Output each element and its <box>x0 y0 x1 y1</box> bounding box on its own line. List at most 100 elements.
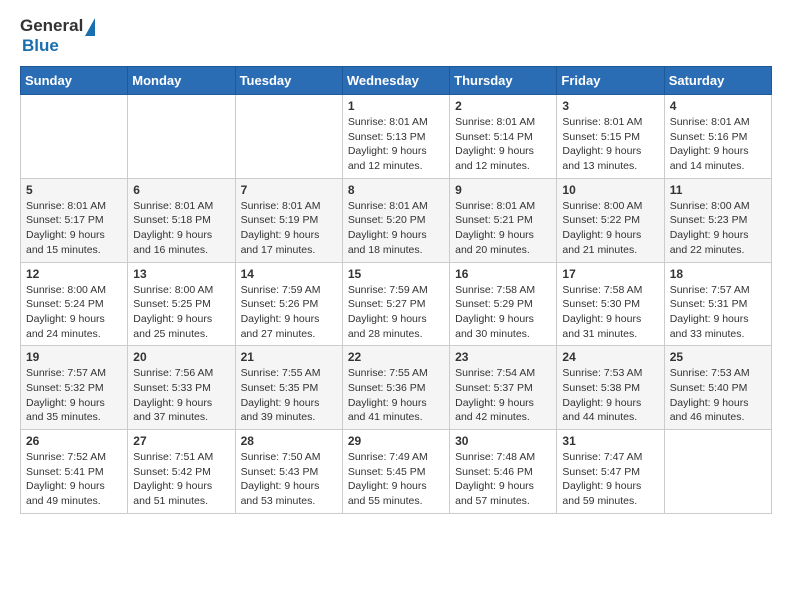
calendar-week-row: 1 Sunrise: 8:01 AM Sunset: 5:13 PM Daylig… <box>21 95 772 179</box>
day-number: 14 <box>241 267 337 281</box>
calendar-week-row: 5Sunrise: 8:01 AM Sunset: 5:17 PM Daylig… <box>21 178 772 262</box>
calendar-day-header: Thursday <box>450 67 557 95</box>
day-info: Sunrise: 8:01 AM Sunset: 5:21 PM Dayligh… <box>455 199 551 258</box>
day-number: 20 <box>133 350 229 364</box>
day-info: Sunrise: 7:54 AM Sunset: 5:37 PM Dayligh… <box>455 366 551 425</box>
day-info: Sunrise: 8:00 AM Sunset: 5:23 PM Dayligh… <box>670 199 766 258</box>
logo: General Blue <box>20 16 95 56</box>
calendar-day-cell: 19 Sunrise: 7:57 AM Sunset: 5:32 PM Dayli… <box>21 346 128 430</box>
calendar-week-row: 12 Sunrise: 8:00 AM Sunset: 5:24 PM Dayli… <box>21 262 772 346</box>
day-number: 25 <box>670 350 766 364</box>
day-info: Sunrise: 8:00 AM Sunset: 5:24 PM Dayligh… <box>26 283 122 342</box>
day-number: 21 <box>241 350 337 364</box>
calendar-day-cell: 21 Sunrise: 7:55 AM Sunset: 5:35 PM Dayli… <box>235 346 342 430</box>
day-number: 12 <box>26 267 122 281</box>
day-info: Sunrise: 7:57 AM Sunset: 5:32 PM Dayligh… <box>26 366 122 425</box>
day-info: Sunrise: 7:51 AM Sunset: 5:42 PM Dayligh… <box>133 450 229 509</box>
day-number: 15 <box>348 267 444 281</box>
day-number: 26 <box>26 434 122 448</box>
calendar-day-cell: 12 Sunrise: 8:00 AM Sunset: 5:24 PM Dayli… <box>21 262 128 346</box>
calendar-day-cell <box>21 95 128 179</box>
day-info: Sunrise: 7:59 AM Sunset: 5:27 PM Dayligh… <box>348 283 444 342</box>
day-number: 29 <box>348 434 444 448</box>
calendar-day-header: Tuesday <box>235 67 342 95</box>
day-number: 27 <box>133 434 229 448</box>
day-number: 10 <box>562 183 658 197</box>
day-number: 30 <box>455 434 551 448</box>
day-number: 24 <box>562 350 658 364</box>
day-info: Sunrise: 7:55 AM Sunset: 5:36 PM Dayligh… <box>348 366 444 425</box>
day-number: 1 <box>348 99 444 113</box>
logo-blue-text: Blue <box>22 36 59 56</box>
day-number: 28 <box>241 434 337 448</box>
calendar-day-cell: 15 Sunrise: 7:59 AM Sunset: 5:27 PM Dayli… <box>342 262 449 346</box>
day-info: Sunrise: 8:00 AM Sunset: 5:22 PM Dayligh… <box>562 199 658 258</box>
calendar-week-row: 26 Sunrise: 7:52 AM Sunset: 5:41 PM Dayli… <box>21 430 772 514</box>
day-number: 11 <box>670 183 766 197</box>
page-header: General Blue <box>20 16 772 56</box>
calendar-day-cell: 2Sunrise: 8:01 AM Sunset: 5:14 PM Daylig… <box>450 95 557 179</box>
calendar-day-header: Saturday <box>664 67 771 95</box>
calendar-day-cell: 17Sunrise: 7:58 AM Sunset: 5:30 PM Dayli… <box>557 262 664 346</box>
calendar-day-cell: 24 Sunrise: 7:53 AM Sunset: 5:38 PM Dayli… <box>557 346 664 430</box>
calendar-day-cell: 25 Sunrise: 7:53 AM Sunset: 5:40 PM Dayli… <box>664 346 771 430</box>
calendar-day-cell: 1 Sunrise: 8:01 AM Sunset: 5:13 PM Daylig… <box>342 95 449 179</box>
calendar-day-header: Friday <box>557 67 664 95</box>
calendar-table: SundayMondayTuesdayWednesdayThursdayFrid… <box>20 66 772 514</box>
logo-general-text: General <box>20 16 83 36</box>
day-number: 23 <box>455 350 551 364</box>
day-info: Sunrise: 7:52 AM Sunset: 5:41 PM Dayligh… <box>26 450 122 509</box>
calendar-day-cell: 8Sunrise: 8:01 AM Sunset: 5:20 PM Daylig… <box>342 178 449 262</box>
day-number: 18 <box>670 267 766 281</box>
day-info: Sunrise: 7:58 AM Sunset: 5:29 PM Dayligh… <box>455 283 551 342</box>
day-info: Sunrise: 8:01 AM Sunset: 5:17 PM Dayligh… <box>26 199 122 258</box>
day-info: Sunrise: 8:01 AM Sunset: 5:14 PM Dayligh… <box>455 115 551 174</box>
day-info: Sunrise: 7:57 AM Sunset: 5:31 PM Dayligh… <box>670 283 766 342</box>
day-number: 7 <box>241 183 337 197</box>
day-info: Sunrise: 8:00 AM Sunset: 5:25 PM Dayligh… <box>133 283 229 342</box>
calendar-day-cell: 10 Sunrise: 8:00 AM Sunset: 5:22 PM Dayli… <box>557 178 664 262</box>
calendar-day-cell: 7 Sunrise: 8:01 AM Sunset: 5:19 PM Daylig… <box>235 178 342 262</box>
day-info: Sunrise: 7:55 AM Sunset: 5:35 PM Dayligh… <box>241 366 337 425</box>
calendar-day-cell <box>235 95 342 179</box>
day-info: Sunrise: 7:53 AM Sunset: 5:38 PM Dayligh… <box>562 366 658 425</box>
calendar-day-cell: 11 Sunrise: 8:00 AM Sunset: 5:23 PM Dayli… <box>664 178 771 262</box>
day-info: Sunrise: 7:56 AM Sunset: 5:33 PM Dayligh… <box>133 366 229 425</box>
day-info: Sunrise: 7:59 AM Sunset: 5:26 PM Dayligh… <box>241 283 337 342</box>
day-number: 22 <box>348 350 444 364</box>
day-info: Sunrise: 7:58 AM Sunset: 5:30 PM Dayligh… <box>562 283 658 342</box>
day-number: 13 <box>133 267 229 281</box>
day-info: Sunrise: 8:01 AM Sunset: 5:13 PM Dayligh… <box>348 115 444 174</box>
calendar-day-header: Sunday <box>21 67 128 95</box>
day-number: 19 <box>26 350 122 364</box>
day-info: Sunrise: 8:01 AM Sunset: 5:18 PM Dayligh… <box>133 199 229 258</box>
calendar-day-cell: 27 Sunrise: 7:51 AM Sunset: 5:42 PM Dayli… <box>128 430 235 514</box>
calendar-day-cell: 29Sunrise: 7:49 AM Sunset: 5:45 PM Dayli… <box>342 430 449 514</box>
calendar-day-cell: 22 Sunrise: 7:55 AM Sunset: 5:36 PM Dayli… <box>342 346 449 430</box>
calendar-day-cell: 4 Sunrise: 8:01 AM Sunset: 5:16 PM Daylig… <box>664 95 771 179</box>
logo-triangle-icon <box>85 18 95 36</box>
day-number: 6 <box>133 183 229 197</box>
calendar-day-cell <box>128 95 235 179</box>
day-info: Sunrise: 7:48 AM Sunset: 5:46 PM Dayligh… <box>455 450 551 509</box>
day-number: 4 <box>670 99 766 113</box>
day-number: 31 <box>562 434 658 448</box>
calendar-day-cell <box>664 430 771 514</box>
calendar-day-cell: 6 Sunrise: 8:01 AM Sunset: 5:18 PM Daylig… <box>128 178 235 262</box>
day-info: Sunrise: 8:01 AM Sunset: 5:19 PM Dayligh… <box>241 199 337 258</box>
calendar-day-cell: 20 Sunrise: 7:56 AM Sunset: 5:33 PM Dayli… <box>128 346 235 430</box>
day-info: Sunrise: 7:47 AM Sunset: 5:47 PM Dayligh… <box>562 450 658 509</box>
day-info: Sunrise: 8:01 AM Sunset: 5:20 PM Dayligh… <box>348 199 444 258</box>
calendar-day-cell: 16 Sunrise: 7:58 AM Sunset: 5:29 PM Dayli… <box>450 262 557 346</box>
calendar-day-cell: 3Sunrise: 8:01 AM Sunset: 5:15 PM Daylig… <box>557 95 664 179</box>
day-info: Sunrise: 8:01 AM Sunset: 5:16 PM Dayligh… <box>670 115 766 174</box>
calendar-day-cell: 26 Sunrise: 7:52 AM Sunset: 5:41 PM Dayli… <box>21 430 128 514</box>
calendar-day-cell: 14 Sunrise: 7:59 AM Sunset: 5:26 PM Dayli… <box>235 262 342 346</box>
day-number: 16 <box>455 267 551 281</box>
calendar-day-cell: 13 Sunrise: 8:00 AM Sunset: 5:25 PM Dayli… <box>128 262 235 346</box>
day-info: Sunrise: 8:01 AM Sunset: 5:15 PM Dayligh… <box>562 115 658 174</box>
day-info: Sunrise: 7:53 AM Sunset: 5:40 PM Dayligh… <box>670 366 766 425</box>
calendar-day-header: Wednesday <box>342 67 449 95</box>
day-info: Sunrise: 7:50 AM Sunset: 5:43 PM Dayligh… <box>241 450 337 509</box>
day-number: 9 <box>455 183 551 197</box>
